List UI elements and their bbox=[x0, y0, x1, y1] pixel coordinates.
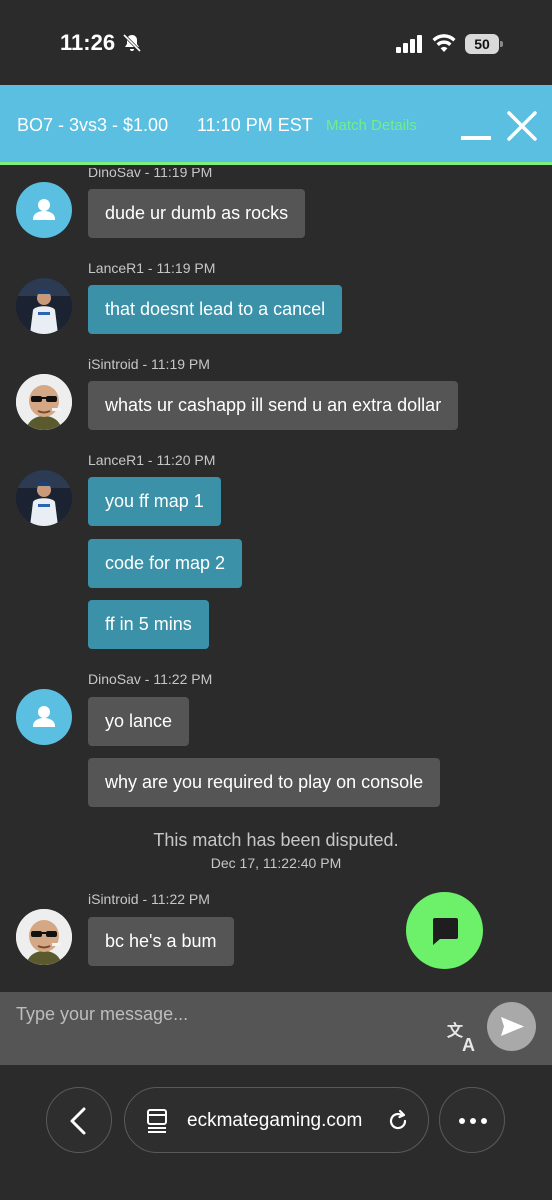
chat-fab-button[interactable] bbox=[406, 892, 483, 969]
player-photo-icon bbox=[16, 278, 72, 334]
user-icon bbox=[16, 182, 72, 238]
chat-area[interactable]: DinoSav - 11:19 PM dude ur dumb as rocks… bbox=[0, 168, 552, 992]
message-bubble: ff in 5 mins bbox=[88, 600, 209, 649]
cartoon-avatar-icon bbox=[16, 909, 72, 965]
more-options-button[interactable] bbox=[439, 1087, 505, 1153]
message-bubble: you ff map 1 bbox=[88, 477, 221, 526]
battery-level: 50 bbox=[465, 34, 499, 54]
battery-tip bbox=[500, 41, 503, 47]
message-meta: iSintroid - 11:19 PM bbox=[88, 356, 210, 372]
chevron-left-icon bbox=[47, 1088, 113, 1154]
url-text: eckmategaming.com bbox=[187, 1110, 362, 1132]
dispute-date: Dec 17, 11:22:40 PM bbox=[0, 855, 552, 871]
url-bar[interactable]: eckmategaming.com bbox=[124, 1087, 429, 1153]
avatar[interactable] bbox=[16, 689, 72, 745]
close-icon[interactable] bbox=[506, 110, 538, 142]
tabs-icon bbox=[143, 1106, 173, 1136]
message-meta: DinoSav - 11:19 PM bbox=[88, 168, 212, 180]
battery-icon: 50 bbox=[465, 34, 503, 54]
cartoon-avatar-icon bbox=[16, 374, 72, 430]
message-input[interactable] bbox=[16, 1002, 436, 1026]
more-dots-icon bbox=[440, 1088, 506, 1154]
message-bubble: bc he's a bum bbox=[88, 917, 234, 966]
message-bubble: whats ur cashapp ill send u an extra dol… bbox=[88, 381, 458, 430]
send-button[interactable] bbox=[487, 1002, 536, 1051]
message-meta: iSintroid - 11:22 PM bbox=[88, 891, 210, 907]
avatar[interactable] bbox=[16, 470, 72, 526]
back-button[interactable] bbox=[46, 1087, 112, 1153]
match-info: BO7 - 3vs3 - $1.00 bbox=[17, 115, 168, 136]
system-note: This match has been disputed. Dec 17, 11… bbox=[0, 830, 552, 871]
chat-bubble-icon bbox=[406, 892, 483, 969]
avatar[interactable] bbox=[16, 374, 72, 430]
svg-text:A: A bbox=[462, 1035, 475, 1053]
status-time: 11:26 bbox=[60, 30, 115, 56]
dispute-notice: This match has been disputed. bbox=[0, 830, 552, 851]
reload-icon[interactable] bbox=[383, 1106, 413, 1136]
message-bubble: that doesnt lead to a cancel bbox=[88, 285, 342, 334]
match-time: 11:10 PM EST bbox=[197, 115, 313, 136]
message-bubble: yo lance bbox=[88, 697, 189, 746]
avatar[interactable] bbox=[16, 909, 72, 965]
message-meta: LanceR1 - 11:20 PM bbox=[88, 452, 215, 468]
signal-icon bbox=[396, 35, 424, 53]
message-meta: LanceR1 - 11:19 PM bbox=[88, 260, 215, 276]
minimize-icon[interactable] bbox=[461, 122, 491, 142]
message-bubble: dude ur dumb as rocks bbox=[88, 189, 305, 238]
wifi-icon bbox=[432, 33, 456, 53]
user-icon bbox=[16, 689, 72, 745]
send-icon bbox=[487, 1002, 536, 1051]
message-bubble: why are you required to play on console bbox=[88, 758, 440, 807]
status-bar: 11:26 50 bbox=[0, 0, 552, 85]
match-details-link[interactable]: Match Details bbox=[326, 117, 417, 134]
bell-off-icon bbox=[122, 33, 142, 53]
player-photo-icon bbox=[16, 470, 72, 526]
browser-bar: eckmategaming.com bbox=[0, 1065, 552, 1200]
avatar[interactable] bbox=[16, 182, 72, 238]
message-meta: DinoSav - 11:22 PM bbox=[88, 671, 212, 687]
message-input-bar: 文 A bbox=[0, 992, 552, 1065]
translate-icon[interactable]: 文 A bbox=[446, 1019, 480, 1053]
message-bubble: code for map 2 bbox=[88, 539, 242, 588]
avatar[interactable] bbox=[16, 278, 72, 334]
